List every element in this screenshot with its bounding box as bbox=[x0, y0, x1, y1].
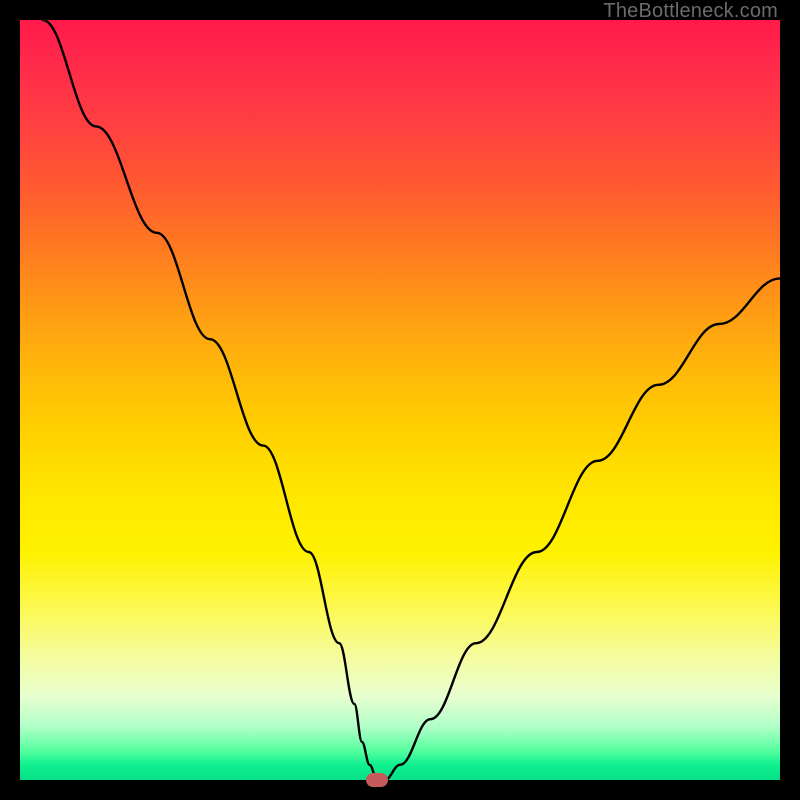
optimum-marker bbox=[366, 773, 388, 787]
curve-svg bbox=[20, 20, 780, 780]
chart-frame: TheBottleneck.com bbox=[0, 0, 800, 800]
plot-area bbox=[20, 20, 780, 780]
